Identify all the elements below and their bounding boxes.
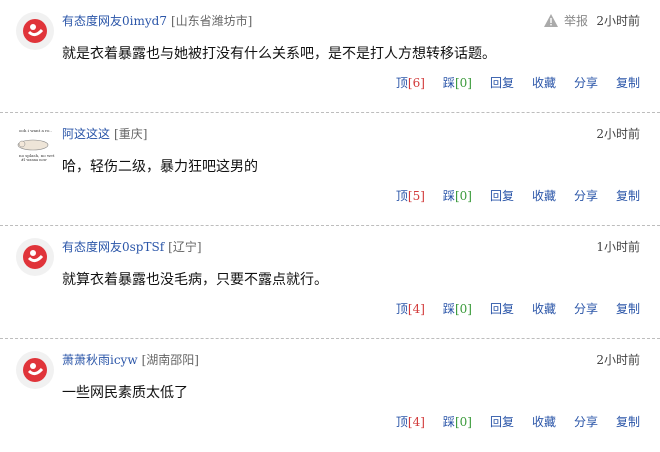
downvote-label: 踩 (442, 415, 455, 429)
downvote-button[interactable]: 踩[0] (443, 300, 472, 317)
downvote-label: 踩 (442, 189, 455, 203)
comment-item: 萧萧秋雨icyw [湖南邵阳] 2小时前 一些网民素质太低了 顶[4] 踩[0] … (0, 339, 660, 452)
copy-button[interactable]: 复制 (616, 300, 640, 317)
user-location: [辽宁] (168, 240, 202, 254)
favorite-button[interactable]: 收藏 (532, 413, 556, 430)
downvote-count: [0] (454, 76, 472, 90)
svg-text:#I wanna now: #I wanna now (21, 158, 47, 162)
upvote-label: 顶 (395, 302, 408, 316)
upvote-button[interactable]: 顶[5] (396, 187, 425, 204)
comment-actions: 顶[6] 踩[0] 回复 收藏 分享 复制 (378, 74, 640, 91)
comment-actions: 顶[5] 踩[0] 回复 收藏 分享 复制 (378, 187, 640, 204)
comment-text: 一些网民素质太低了 (62, 385, 188, 401)
comment-header: 有态度网友0spTSf [辽宁] (62, 238, 202, 255)
comment-actions: 顶[4] 踩[0] 回复 收藏 分享 复制 (378, 300, 640, 317)
comment-time: 2小时前 (596, 353, 640, 367)
report-label: 举报 (563, 14, 588, 28)
user-location: [重庆] (114, 127, 148, 141)
downvote-button[interactable]: 踩[0] (443, 74, 472, 91)
downvote-count: [0] (454, 302, 472, 316)
report-button[interactable]: 举报 (543, 12, 588, 29)
downvote-button[interactable]: 踩[0] (443, 187, 472, 204)
user-location: [山东省潍坊市] (170, 14, 253, 28)
netease-logo-icon[interactable] (15, 237, 55, 277)
favorite-button[interactable]: 收藏 (532, 300, 556, 317)
share-button[interactable]: 分享 (574, 413, 598, 430)
favorite-button[interactable]: 收藏 (532, 187, 556, 204)
comment-header: 阿这这这 [重庆] (62, 125, 147, 142)
warning-icon (543, 14, 558, 27)
upvote-count: [4] (407, 415, 425, 429)
copy-button[interactable]: 复制 (616, 187, 640, 204)
share-button[interactable]: 分享 (574, 74, 598, 91)
comment-header: 萧萧秋雨icyw [湖南邵阳] (62, 351, 199, 368)
comment-header: 有态度网友0imyd7 [山东省潍坊市] (62, 12, 252, 29)
share-button[interactable]: 分享 (574, 187, 598, 204)
copy-button[interactable]: 复制 (616, 413, 640, 430)
comment-text: 就是衣着暴露也与她被打没有什么关系吧，是不是打人方想转移话题。 (62, 46, 496, 62)
comment-list: 有态度网友0imyd7 [山东省潍坊市] 举报 2小时前 就是衣着暴露也与她被打没… (0, 0, 660, 445)
comment-text: 就算衣着暴露也没毛病，只要不露点就行。 (62, 272, 328, 288)
username-link[interactable]: 阿这这这 (62, 127, 110, 141)
netease-logo-icon[interactable] (15, 350, 55, 390)
netease-logo-icon[interactable] (15, 11, 55, 51)
downvote-count: [0] (454, 189, 472, 203)
reply-button[interactable]: 回复 (490, 187, 514, 204)
favorite-button[interactable]: 收藏 (532, 74, 556, 91)
comment-item: ooh i want a ro.. no splash, no wet! #I wa… (0, 113, 660, 226)
downvote-label: 踩 (442, 302, 455, 316)
downvote-count: [0] (454, 415, 472, 429)
comment-item: 有态度网友0spTSf [辽宁] 1小时前 就算衣着暴露也没毛病，只要不露点就行。… (0, 226, 660, 339)
reply-button[interactable]: 回复 (490, 413, 514, 430)
username-link[interactable]: 萧萧秋雨icyw (62, 353, 138, 367)
upvote-label: 顶 (395, 189, 408, 203)
reply-button[interactable]: 回复 (490, 300, 514, 317)
upvote-button[interactable]: 顶[4] (396, 300, 425, 317)
comment-item: 有态度网友0imyd7 [山东省潍坊市] 举报 2小时前 就是衣着暴露也与她被打没… (0, 0, 660, 113)
upvote-count: [6] (407, 76, 425, 90)
upvote-button[interactable]: 顶[6] (396, 74, 425, 91)
comment-time: 1小时前 (596, 240, 640, 254)
reply-button[interactable]: 回复 (490, 74, 514, 91)
comment-actions: 顶[4] 踩[0] 回复 收藏 分享 复制 (378, 413, 640, 430)
svg-text:ooh i want a ro..: ooh i want a ro.. (19, 128, 52, 133)
comment-time: 2小时前 (596, 127, 640, 141)
upvote-count: [5] (407, 189, 425, 203)
downvote-label: 踩 (442, 76, 455, 90)
username-link[interactable]: 有态度网友0spTSf (62, 240, 164, 254)
upvote-label: 顶 (395, 76, 408, 90)
comment-text: 哈，轻伤二级，暴力狂吧这男的 (62, 159, 258, 175)
user-location: [湖南邵阳] (141, 353, 199, 367)
share-button[interactable]: 分享 (574, 300, 598, 317)
copy-button[interactable]: 复制 (616, 74, 640, 91)
upvote-button[interactable]: 顶[4] (396, 413, 425, 430)
upvote-count: [4] (407, 302, 425, 316)
comment-time: 2小时前 (596, 14, 640, 28)
username-link[interactable]: 有态度网友0imyd7 (62, 14, 167, 28)
meme-avatar-icon[interactable]: ooh i want a ro.. no splash, no wet! #I wa… (15, 124, 55, 164)
upvote-label: 顶 (395, 415, 408, 429)
downvote-button[interactable]: 踩[0] (443, 413, 472, 430)
